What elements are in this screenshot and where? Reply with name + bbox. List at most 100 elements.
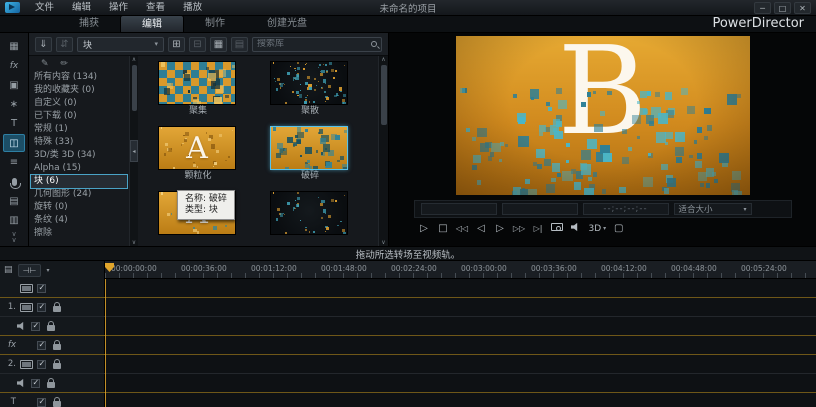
volume-button[interactable]	[570, 223, 583, 235]
step-backward-button[interactable]: ◁	[475, 223, 488, 234]
pen-icon[interactable]: ✎	[41, 59, 49, 69]
list-view-button[interactable]: ▤	[231, 37, 248, 52]
minimize-button[interactable]: ─	[754, 2, 771, 14]
menu-view[interactable]: 查看	[137, 0, 174, 16]
audio-mixing-room-icon[interactable]: ≡	[3, 153, 25, 171]
menu-edit[interactable]: 编辑	[63, 0, 100, 16]
track-lane[interactable]	[105, 336, 816, 354]
chevron-down-icon[interactable]: ▾	[46, 267, 49, 274]
category-item-custom[interactable]: 自定义 (0)	[31, 97, 127, 110]
category-item-favorites[interactable]: 我的收藏夹 (0)	[31, 84, 127, 97]
media-room-icon[interactable]: ▦	[3, 37, 25, 55]
category-item-stripe[interactable]: 条纹 (4)	[31, 214, 127, 227]
lock-icon[interactable]	[53, 306, 61, 312]
menu-operation[interactable]: 操作	[100, 0, 137, 16]
track-lane[interactable]	[105, 298, 816, 316]
track-enable-checkbox[interactable]	[31, 379, 40, 388]
timeline-ruler[interactable]: 00:00:00:00 00:00:36:00 00:01:12:00 00:0…	[105, 261, 816, 279]
tab-capture[interactable]: 捕获	[58, 15, 120, 32]
tab-edit[interactable]: 编辑	[120, 15, 184, 32]
category-dropdown[interactable]: 块 ▾	[77, 37, 164, 52]
transition-thumbnail-granulate[interactable]: A 颗粒化	[158, 126, 238, 182]
lock-icon[interactable]	[53, 363, 61, 369]
scrollbar-thumb[interactable]	[381, 65, 387, 125]
play-button[interactable]: ▷	[418, 223, 431, 234]
scroll-up-icon[interactable]: ∧	[381, 56, 385, 63]
brush-icon[interactable]: ✏	[61, 59, 69, 69]
search-icon[interactable]	[371, 41, 377, 47]
particle-room-icon[interactable]: ∗	[3, 95, 25, 113]
lock-icon[interactable]	[47, 325, 55, 331]
duration-field[interactable]	[421, 203, 497, 215]
snapshot-button[interactable]	[551, 223, 564, 234]
tab-create-disc[interactable]: 创建光盘	[246, 15, 328, 32]
track-enable-checkbox[interactable]	[37, 398, 46, 407]
track-lane[interactable]	[105, 355, 816, 373]
fast-forward-button[interactable]: ▷▷	[513, 224, 526, 233]
collapse-panel-handle[interactable]: ◂	[130, 140, 138, 162]
transition-thumbnail-shatter-selected[interactable]: 破碎	[270, 126, 350, 182]
scroll-down-icon[interactable]: ∨	[381, 239, 385, 246]
track-enable-checkbox[interactable]	[37, 341, 46, 350]
sort-button[interactable]: ⇵	[56, 37, 73, 52]
rooms-scroll-down[interactable]: ∨ ∨	[11, 231, 16, 243]
category-item-geometry[interactable]: 几何图形 (24)	[31, 188, 127, 201]
subtitle-room-icon[interactable]: ▥	[3, 212, 25, 230]
track-lane[interactable]	[105, 279, 816, 297]
track-lane[interactable]	[105, 317, 816, 335]
category-item-3d[interactable]: 3D/类 3D (34)	[31, 149, 127, 162]
voiceover-room-icon[interactable]	[3, 173, 25, 191]
track-manager-button[interactable]: ▤	[4, 265, 13, 275]
category-item-downloaded[interactable]: 已下载 (0)	[31, 110, 127, 123]
lock-icon[interactable]	[47, 382, 55, 388]
grid-view-button[interactable]: ▦	[210, 37, 227, 52]
maximize-button[interactable]: □	[774, 2, 791, 14]
menu-file[interactable]: 文件	[26, 0, 63, 16]
fit-timeline-button[interactable]: ⊣⊢	[18, 264, 42, 277]
search-input[interactable]	[257, 39, 371, 49]
track-lane[interactable]	[105, 393, 816, 407]
track-enable-checkbox[interactable]	[37, 284, 46, 293]
lock-icon[interactable]	[53, 344, 61, 350]
playhead-line[interactable]	[105, 279, 106, 407]
import-media-button[interactable]: ⇓	[35, 37, 52, 52]
pip-object-room-icon[interactable]: ▣	[3, 76, 25, 94]
3d-toggle-button[interactable]: 3D ▾	[589, 224, 607, 234]
fit-size-dropdown[interactable]: 适合大小 ▾	[674, 203, 752, 215]
menu-play[interactable]: 播放	[174, 0, 211, 16]
timecode-field[interactable]: --;--;--;--	[583, 203, 669, 215]
category-item-wipe[interactable]: 擦除	[31, 227, 127, 240]
preview-screen[interactable]: B	[456, 36, 750, 195]
track-enable-checkbox[interactable]	[31, 322, 40, 331]
library-search-box[interactable]	[252, 37, 382, 52]
fullscreen-button[interactable]: ▢	[612, 223, 625, 234]
lock-icon[interactable]	[53, 401, 61, 407]
stop-button[interactable]: □	[437, 223, 450, 234]
category-item-special[interactable]: 特殊 (33)	[31, 136, 127, 149]
category-item-general[interactable]: 常规 (1)	[31, 123, 127, 136]
effect-room-icon[interactable]: fx	[3, 56, 25, 74]
position-field[interactable]	[502, 203, 578, 215]
close-button[interactable]: ✕	[794, 2, 811, 14]
step-forward-button[interactable]: ▷	[494, 223, 507, 234]
transition-room-icon[interactable]: ◫	[3, 134, 25, 152]
category-item-alpha[interactable]: Alpha (15)	[31, 162, 127, 175]
chapter-room-icon[interactable]: ▤	[3, 192, 25, 210]
new-folder-button[interactable]: ⊞	[168, 37, 185, 52]
transition-thumbnail-scatter[interactable]: 聚散	[270, 61, 350, 117]
library-scrollbar[interactable]: ∧ ∨	[378, 56, 388, 246]
remove-button[interactable]: ⊟	[189, 37, 206, 52]
track-enable-checkbox[interactable]	[37, 303, 46, 312]
category-item-all[interactable]: 所有内容 (134)	[31, 71, 127, 84]
category-item-block[interactable]: 块 (6)	[31, 175, 127, 188]
previous-button[interactable]: ◁◁	[456, 224, 469, 233]
track-enable-checkbox[interactable]	[37, 360, 46, 369]
transition-thumbnail-gather[interactable]: 聚集	[158, 61, 238, 117]
category-item-rotate[interactable]: 旋转 (0)	[31, 201, 127, 214]
tab-produce[interactable]: 制作	[184, 15, 246, 32]
scroll-up-icon[interactable]: ∧	[132, 56, 136, 63]
title-room-icon[interactable]: T	[3, 115, 25, 133]
next-button[interactable]: ▷|	[532, 224, 545, 233]
track-lane[interactable]	[105, 374, 816, 392]
transition-thumbnail-partial[interactable]	[270, 191, 350, 246]
